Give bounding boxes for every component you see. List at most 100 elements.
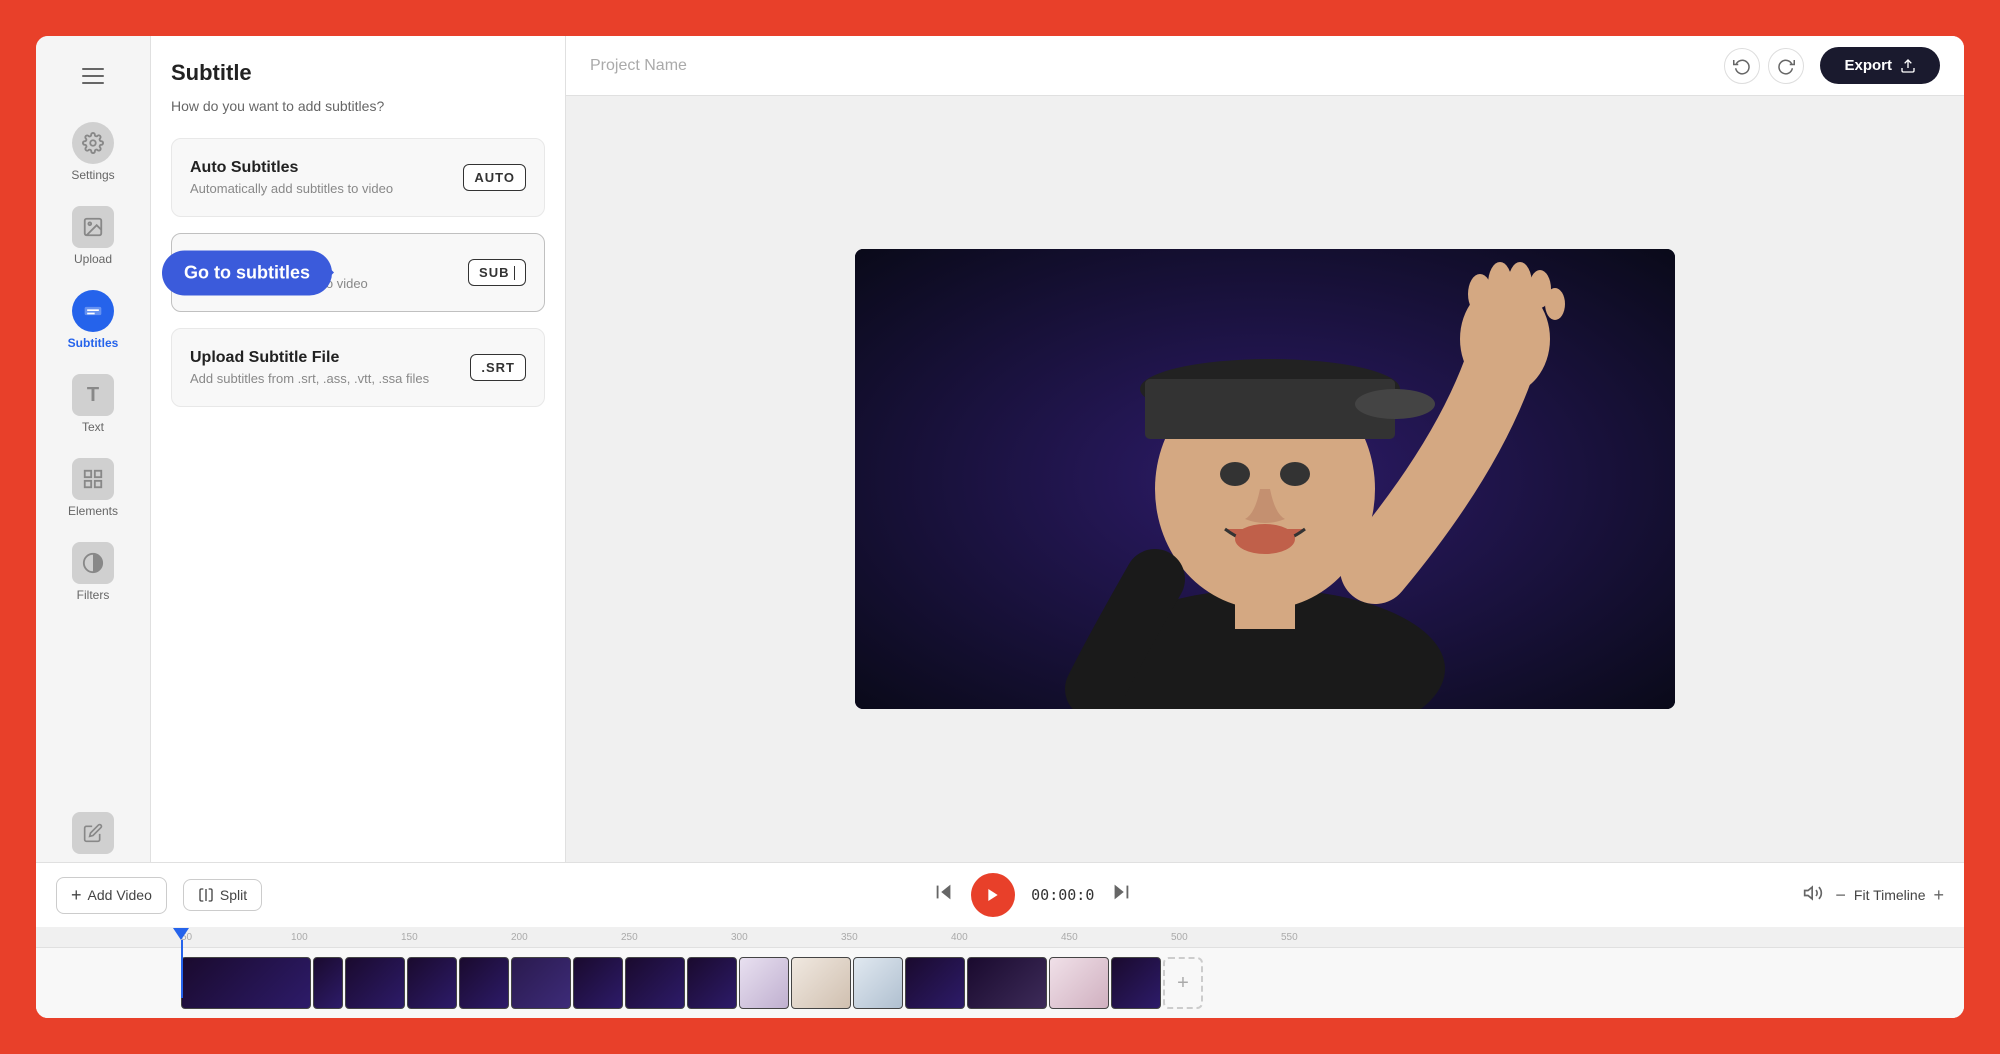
text-icon: T: [72, 374, 114, 416]
ruler-mark-200: 200: [511, 932, 621, 943]
clip-16[interactable]: [1111, 957, 1161, 1009]
video-player[interactable]: [855, 249, 1675, 709]
zoom-out-button[interactable]: −: [1835, 885, 1846, 906]
subtitles-label: Subtitles: [68, 336, 119, 350]
ruler-mark-300: 300: [731, 932, 841, 943]
upload-subtitle-card[interactable]: Upload Subtitle File Add subtitles from …: [171, 328, 545, 407]
timecode: 00:00:0: [1031, 886, 1094, 904]
fit-timeline-control: − Fit Timeline +: [1835, 885, 1944, 906]
auto-subtitles-text: Auto Subtitles Automatically add subtitl…: [190, 159, 393, 196]
elements-icon: [72, 458, 114, 500]
settings-icon: [72, 122, 114, 164]
header-actions: Export: [1724, 47, 1940, 84]
srt-badge[interactable]: .SRT: [470, 354, 526, 381]
video-header: Project Name: [566, 36, 1964, 96]
sidebar-item-subtitles[interactable]: Subtitles: [48, 282, 138, 358]
go-to-subtitles-tooltip: Go to subtitles: [162, 250, 332, 295]
auto-subtitles-description: Automatically add subtitles to video: [190, 181, 393, 196]
ruler-marks: 50 100 150 200 250 300 350 400 450 500 5…: [181, 932, 1391, 943]
clip-13[interactable]: [905, 957, 965, 1009]
top-area: Settings Upload: [36, 36, 1964, 862]
edit-icon: [72, 812, 114, 854]
undo-button[interactable]: [1724, 48, 1760, 84]
clip-11[interactable]: [791, 957, 851, 1009]
clip-14[interactable]: [967, 957, 1047, 1009]
volume-icon[interactable]: [1803, 883, 1823, 908]
ruler-mark-450: 450: [1061, 932, 1171, 943]
clip-7[interactable]: [573, 957, 623, 1009]
sidebar-item-elements[interactable]: Elements: [48, 450, 138, 526]
playhead-line: [181, 940, 183, 998]
split-button[interactable]: Split: [183, 879, 262, 911]
playback-controls: 00:00:0: [278, 873, 1787, 917]
clip-15[interactable]: [1049, 957, 1109, 1009]
sidebar-item-upload[interactable]: Upload: [48, 198, 138, 274]
clip-9[interactable]: [687, 957, 737, 1009]
hamburger-menu[interactable]: [73, 56, 113, 96]
clip-1[interactable]: [181, 957, 311, 1009]
ruler-mark-150: 150: [401, 932, 511, 943]
fastforward-button[interactable]: [1110, 881, 1132, 909]
video-area: Project Name: [566, 36, 1964, 862]
timeline-controls: + Add Video Split: [36, 863, 1964, 928]
sidebar-item-settings[interactable]: Settings: [48, 114, 138, 190]
app-frame: Settings Upload: [36, 36, 1964, 1018]
panel-question: How do you want to add subtitles?: [171, 98, 545, 114]
subtitle-panel: Subtitle How do you want to add subtitle…: [151, 36, 566, 862]
subtitles-icon: [72, 290, 114, 332]
timeline-ruler: 50 100 150 200 250 300 350 400 450 500 5…: [36, 928, 1964, 948]
text-label: Text: [82, 420, 104, 434]
rewind-button[interactable]: [933, 881, 955, 909]
filters-label: Filters: [77, 588, 110, 602]
upload-label: Upload: [74, 252, 112, 266]
timeline-playhead[interactable]: [181, 928, 183, 1018]
upload-subtitle-title: Upload Subtitle File: [190, 349, 429, 367]
add-clip-button[interactable]: +: [1163, 957, 1203, 1009]
panel-title: Subtitle: [171, 60, 545, 86]
clip-5[interactable]: [459, 957, 509, 1009]
timeline-track: 50 100 150 200 250 300 350 400 450 500 5…: [36, 928, 1964, 1018]
ruler-mark-500: 500: [1171, 932, 1281, 943]
add-icon: +: [71, 885, 82, 906]
sidebar-item-filters[interactable]: Filters: [48, 534, 138, 610]
playhead-triangle: [173, 928, 189, 940]
ruler-mark-550: 550: [1281, 932, 1391, 943]
sidebar-item-text[interactable]: T Text: [48, 366, 138, 442]
right-controls: − Fit Timeline +: [1803, 883, 1944, 908]
clip-2[interactable]: [313, 957, 343, 1009]
split-icon: [198, 887, 214, 903]
ruler-mark-350: 350: [841, 932, 951, 943]
sidebar-item-edit[interactable]: [48, 804, 138, 862]
timeline-clips: +: [36, 948, 1964, 1018]
ruler-mark-400: 400: [951, 932, 1061, 943]
undo-redo-group: [1724, 48, 1804, 84]
auto-subtitles-title: Auto Subtitles: [190, 159, 393, 177]
add-video-button[interactable]: + Add Video: [56, 877, 167, 914]
elements-label: Elements: [68, 504, 118, 518]
ruler-mark-250: 250: [621, 932, 731, 943]
export-button[interactable]: Export: [1820, 47, 1940, 84]
sub-badge[interactable]: SUB: [468, 259, 526, 286]
project-name[interactable]: Project Name: [590, 57, 687, 75]
clip-4[interactable]: [407, 957, 457, 1009]
clip-8[interactable]: [625, 957, 685, 1009]
upload-subtitle-text: Upload Subtitle File Add subtitles from …: [190, 349, 429, 386]
ruler-mark-100: 100: [291, 932, 401, 943]
zoom-in-button[interactable]: +: [1933, 885, 1944, 906]
video-content: [855, 249, 1675, 709]
upload-icon: [72, 206, 114, 248]
manual-subtitles-card[interactable]: Go to subtitles Manual Subtitles Manuall…: [171, 233, 545, 312]
auto-subtitles-card[interactable]: Auto Subtitles Automatically add subtitl…: [171, 138, 545, 217]
clip-10[interactable]: [739, 957, 789, 1009]
settings-label: Settings: [71, 168, 114, 182]
clip-3[interactable]: [345, 957, 405, 1009]
filters-icon: [72, 542, 114, 584]
icon-sidebar: Settings Upload: [36, 36, 151, 862]
play-button[interactable]: [971, 873, 1015, 917]
video-container: [566, 96, 1964, 862]
redo-button[interactable]: [1768, 48, 1804, 84]
fit-timeline-label: Fit Timeline: [1854, 887, 1926, 903]
clip-12[interactable]: [853, 957, 903, 1009]
clip-6[interactable]: [511, 957, 571, 1009]
auto-badge[interactable]: AUTO: [463, 164, 526, 191]
